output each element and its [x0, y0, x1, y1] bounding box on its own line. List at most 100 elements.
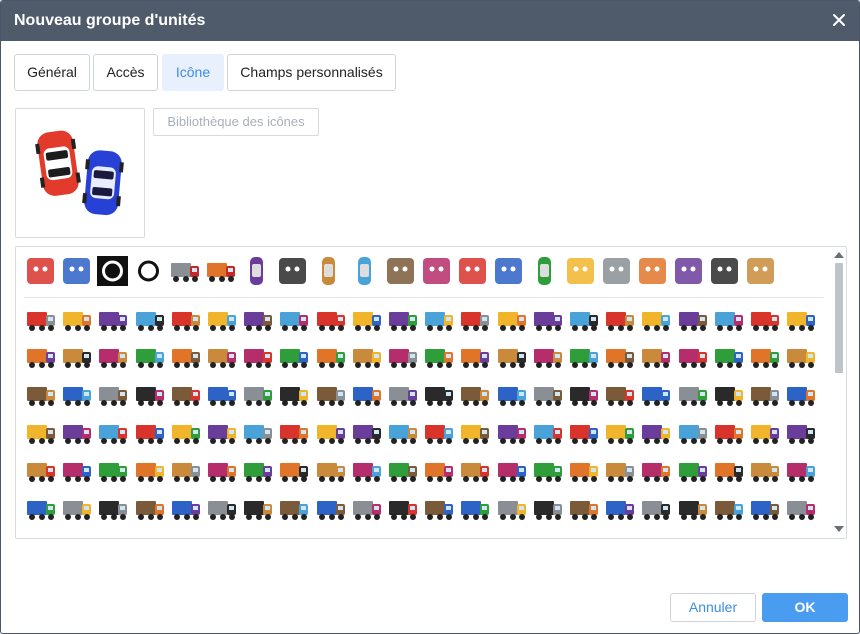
vehicle-icon[interactable]	[495, 417, 528, 449]
vehicle-icon[interactable]	[495, 379, 528, 411]
vehicle-icon[interactable]	[133, 417, 166, 449]
vehicle-icon[interactable]	[60, 417, 93, 449]
close-icon[interactable]	[831, 12, 847, 28]
vehicle-icon[interactable]	[639, 417, 672, 449]
plane-icon[interactable]	[672, 255, 705, 287]
vehicle-icon[interactable]	[748, 493, 781, 525]
vehicle-icon[interactable]	[784, 493, 817, 525]
vehicle-icon[interactable]	[241, 531, 274, 538]
anime-girl-icon[interactable]	[24, 255, 57, 287]
vehicle-icon[interactable]	[350, 379, 383, 411]
vehicle-icon[interactable]	[712, 493, 745, 525]
cone-icon[interactable]	[384, 255, 417, 287]
vehicle-icon[interactable]	[205, 455, 238, 487]
vehicle-icon[interactable]	[24, 493, 57, 525]
vehicle-icon[interactable]	[133, 493, 166, 525]
vehicle-icon[interactable]	[676, 417, 709, 449]
vehicle-icon[interactable]	[603, 379, 636, 411]
vehicle-icon[interactable]	[96, 455, 129, 487]
tram-badge-icon[interactable]	[564, 255, 597, 287]
vehicle-icon[interactable]	[169, 493, 202, 525]
vehicle-icon[interactable]	[567, 531, 600, 538]
vehicle-icon[interactable]	[205, 304, 238, 336]
vehicle-icon[interactable]	[748, 341, 781, 373]
vehicle-icon[interactable]	[133, 304, 166, 336]
vehicle-icon[interactable]	[495, 304, 528, 336]
vehicle-icon[interactable]	[531, 455, 564, 487]
vehicle-icon[interactable]	[386, 379, 419, 411]
vehicle-icon[interactable]	[748, 304, 781, 336]
vehicle-icon[interactable]	[314, 379, 347, 411]
gallery-scrollbar[interactable]	[832, 247, 846, 538]
vehicle-icon[interactable]	[60, 379, 93, 411]
anime-elf-icon[interactable]	[60, 255, 93, 287]
vehicle-icon[interactable]	[748, 455, 781, 487]
vehicle-icon[interactable]	[386, 341, 419, 373]
vehicle-icon[interactable]	[603, 531, 636, 538]
tab-icon[interactable]: Icône	[162, 54, 224, 91]
vehicle-icon[interactable]	[784, 304, 817, 336]
vehicle-icon[interactable]	[169, 304, 202, 336]
vehicle-icon[interactable]	[567, 493, 600, 525]
vehicle-icon[interactable]	[531, 304, 564, 336]
vehicle-icon[interactable]	[639, 531, 672, 538]
vehicle-icon[interactable]	[60, 493, 93, 525]
biohazard-icon[interactable]	[132, 255, 165, 287]
vehicle-icon[interactable]	[133, 531, 166, 538]
vehicle-icon[interactable]	[277, 455, 310, 487]
vehicle-icon[interactable]	[748, 417, 781, 449]
vehicle-icon[interactable]	[458, 531, 491, 538]
vehicle-icon[interactable]	[458, 417, 491, 449]
red-sportscar-icon[interactable]	[348, 255, 381, 287]
vehicle-icon[interactable]	[386, 531, 419, 538]
vehicle-icon[interactable]	[350, 341, 383, 373]
vehicle-icon[interactable]	[96, 417, 129, 449]
vehicle-icon[interactable]	[495, 531, 528, 538]
pichu-icon[interactable]	[492, 255, 525, 287]
ghost-icon[interactable]	[456, 255, 489, 287]
vehicle-icon[interactable]	[60, 341, 93, 373]
vehicle-icon[interactable]	[603, 341, 636, 373]
vehicle-icon[interactable]	[169, 531, 202, 538]
vehicle-icon[interactable]	[350, 417, 383, 449]
vehicle-icon[interactable]	[314, 493, 347, 525]
vehicle-icon[interactable]	[784, 417, 817, 449]
vehicle-icon[interactable]	[603, 304, 636, 336]
vehicle-icon[interactable]	[133, 455, 166, 487]
fire-truck-icon[interactable]	[168, 255, 201, 287]
tab-custom-fields[interactable]: Champs personnalisés	[227, 54, 396, 91]
broken-image-icon[interactable]	[420, 255, 453, 287]
black-phone-icon[interactable]	[276, 255, 309, 287]
vehicle-icon[interactable]	[350, 531, 383, 538]
vehicle-icon[interactable]	[567, 417, 600, 449]
scroll-down-arrow[interactable]	[834, 526, 844, 532]
vehicle-icon[interactable]	[676, 304, 709, 336]
vehicle-icon[interactable]	[458, 379, 491, 411]
pikachu-icon[interactable]	[600, 255, 633, 287]
vehicle-icon[interactable]	[748, 531, 781, 538]
vehicle-icon[interactable]	[784, 379, 817, 411]
vehicle-icon[interactable]	[277, 493, 310, 525]
vehicle-icon[interactable]	[386, 493, 419, 525]
vehicle-icon[interactable]	[386, 455, 419, 487]
vehicle-icon[interactable]	[60, 455, 93, 487]
vehicle-icon[interactable]	[712, 531, 745, 538]
vehicle-icon[interactable]	[277, 304, 310, 336]
vehicle-icon[interactable]	[24, 417, 57, 449]
vehicle-icon[interactable]	[639, 379, 672, 411]
vehicle-icon[interactable]	[712, 379, 745, 411]
vehicle-icon[interactable]	[205, 531, 238, 538]
vehicle-icon[interactable]	[60, 531, 93, 538]
vehicle-icon[interactable]	[422, 493, 455, 525]
vehicle-icon[interactable]	[784, 455, 817, 487]
scroll-thumb[interactable]	[835, 263, 843, 373]
vehicle-icon[interactable]	[676, 341, 709, 373]
vehicle-icon[interactable]	[567, 341, 600, 373]
vehicle-icon[interactable]	[241, 379, 274, 411]
vehicle-icon[interactable]	[314, 455, 347, 487]
vehicle-icon[interactable]	[241, 417, 274, 449]
vehicle-icon[interactable]	[639, 493, 672, 525]
vehicle-icon[interactable]	[422, 531, 455, 538]
vehicle-icon[interactable]	[24, 341, 57, 373]
vehicle-icon[interactable]	[531, 417, 564, 449]
